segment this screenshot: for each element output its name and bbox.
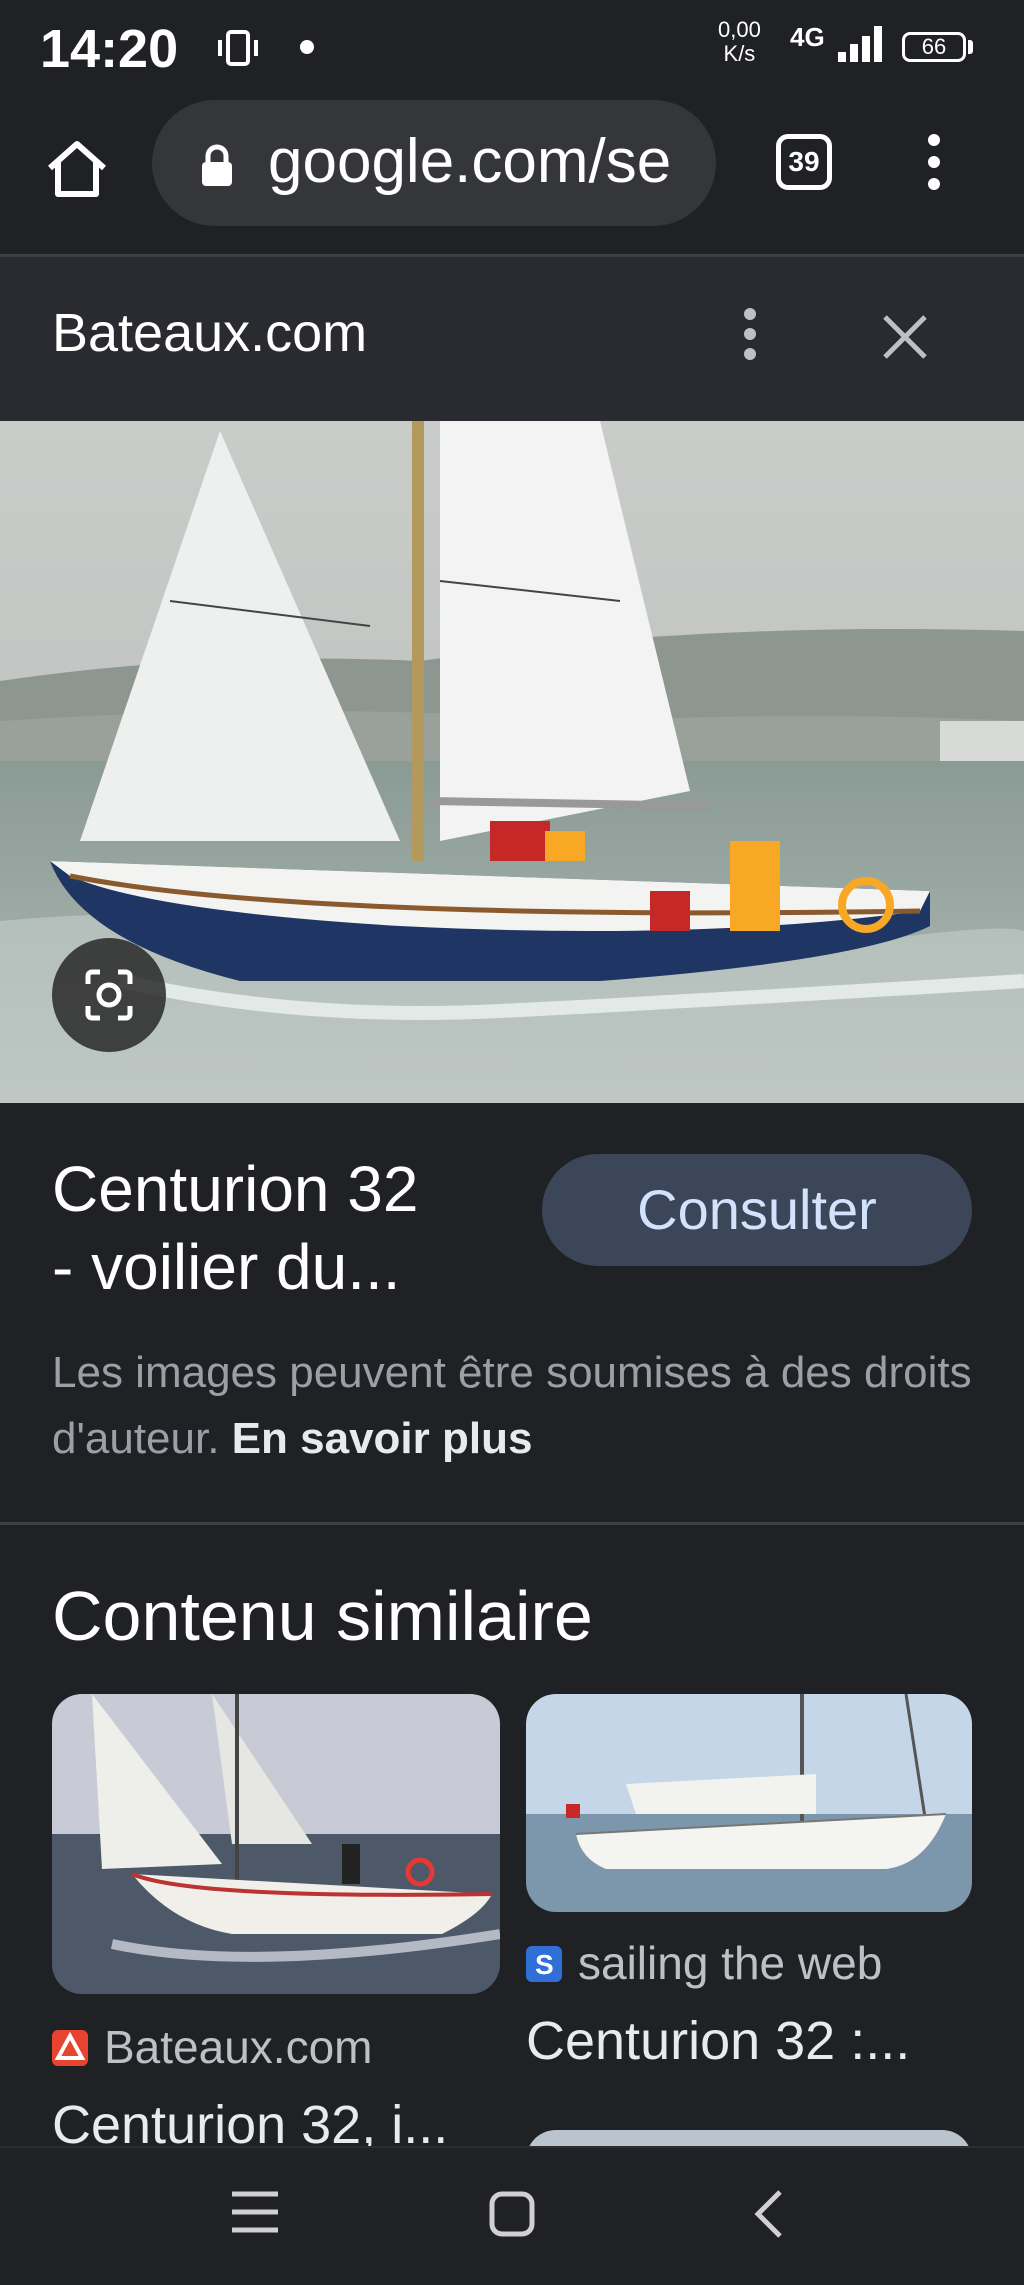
google-lens-button[interactable] (52, 938, 166, 1052)
consult-button[interactable]: Consulter (542, 1154, 972, 1266)
battery-icon: 66 (902, 32, 966, 62)
image-title[interactable]: Centurion 32 - voilier du... (52, 1150, 492, 1306)
more-options-icon[interactable] (740, 306, 760, 362)
url-text[interactable]: google.com/se (268, 126, 698, 197)
section-divider (0, 1522, 1024, 1525)
lock-icon (202, 144, 232, 186)
notification-dot-icon (300, 40, 314, 54)
svg-text:S: S (535, 1949, 554, 1980)
signal-icon (838, 26, 882, 62)
bateaux-favicon-icon (52, 2030, 88, 2066)
similar-2-source[interactable]: sailing the web (578, 1936, 882, 1990)
vibrate-icon (218, 30, 258, 66)
sailing-web-favicon-icon: S (526, 1946, 562, 1982)
battery-cap (968, 40, 973, 54)
copyright-notice: Les images peuvent être soumises à des d… (52, 1348, 972, 1463)
browser-menu-icon[interactable] (922, 132, 946, 192)
similar-2-title[interactable]: Centurion 32 :... (526, 2010, 910, 2072)
home-nav-icon[interactable] (488, 2190, 536, 2238)
status-time: 14:20 (40, 19, 179, 79)
network-speed: 0,00 K/s (718, 17, 761, 66)
home-icon[interactable] (44, 138, 110, 198)
tab-switcher-button[interactable]: 39 (776, 134, 832, 190)
lens-icon (85, 969, 133, 1021)
recent-apps-icon[interactable] (230, 2190, 280, 2234)
panel-source-title: Bateaux.com (52, 303, 368, 363)
network-type: 4G (790, 22, 825, 52)
learn-more-link[interactable]: En savoir plus (232, 1414, 533, 1463)
similar-1-source[interactable]: Bateaux.com (104, 2020, 372, 2074)
similar-image-1[interactable] (52, 1694, 500, 1994)
similar-image-2[interactable] (526, 1694, 972, 1912)
close-icon[interactable] (880, 312, 930, 362)
back-nav-icon[interactable] (752, 2188, 784, 2240)
similar-content-heading: Contenu similaire (52, 1577, 593, 1655)
